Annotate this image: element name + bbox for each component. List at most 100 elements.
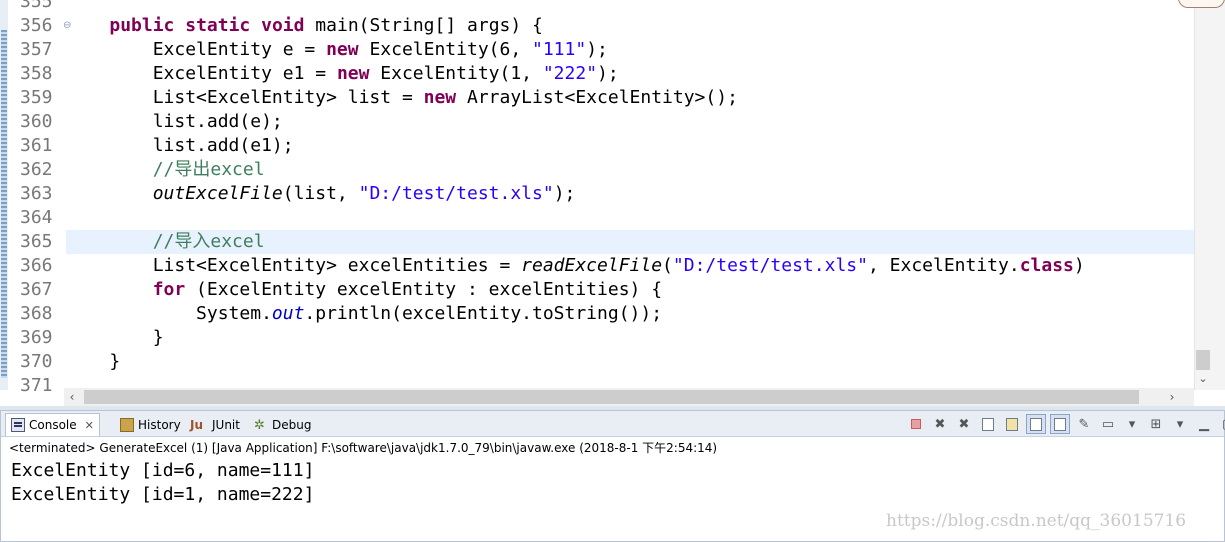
code-line[interactable]: ExcelEntity e1 = new ExcelEntity(1, "222… [66,62,1194,86]
code-line[interactable]: list.add(e); [66,110,1194,134]
output-line: ExcelEntity [id=6, name=111] [11,460,315,481]
scroll-right-arrow-icon[interactable]: › [1164,388,1180,406]
maximize-icon[interactable]: ▢ [1218,414,1225,434]
code-line[interactable]: outExcelFile(list, "D:/test/test.xls"); [66,182,1194,206]
line-number: 361 [20,135,53,156]
chevron-down-icon[interactable]: ▾ [1122,414,1142,434]
code-token: static [185,15,251,36]
tab-label: Console [29,418,77,432]
tab-console[interactable]: Console ✕ [5,413,100,436]
history-icon [120,417,134,432]
line-number: 358 [20,63,53,84]
line-number: 366 [20,255,53,276]
word-wrap-icon[interactable] [1026,414,1046,434]
code-line[interactable]: list.add(e1); [66,134,1194,158]
line-number: 364 [20,207,53,228]
console-output[interactable]: ExcelEntity [id=6, name=111] ExcelEntity … [11,459,1211,507]
code-token: new [326,39,359,60]
scroll-lock-icon[interactable] [1002,414,1022,434]
code-token: out [271,303,305,324]
code-token: //导出excel [152,159,265,180]
display-selected-console-icon[interactable]: ▭ [1098,414,1118,434]
remove-all-terminated-icon[interactable]: ✖ [954,414,974,434]
tab-label: JUnit [212,417,240,432]
watermark: https://blog.csdn.net/qq_36015716 [886,511,1187,531]
tab-debug[interactable]: ✲ Debug [249,413,316,436]
code-token: "222" [542,63,598,84]
vertical-scroll-thumb[interactable] [1196,350,1210,370]
code-token: } [66,327,164,348]
pin-console-icon[interactable]: ✎ [1074,414,1094,434]
console-icon [11,418,25,432]
code-token: class [1019,255,1074,276]
view-tab-bar: Console ✕ History Ju JUnit ✲ Debug ✖ ✖ ✎ ▭ ▾ ⊞… [1,411,1225,437]
line-number: 369 [20,327,53,348]
code-token: void [261,15,305,36]
code-line[interactable] [66,0,1194,14]
code-line[interactable]: for (ExcelEntity excelEntity : excelEnti… [66,278,1194,302]
code-token: outExcelFile [152,183,283,204]
tab-junit[interactable]: Ju JUnit [185,413,245,436]
code-token: readExcelFile [521,255,663,276]
code-token: ArrayList<ExcelEntity>(); [456,87,738,108]
code-token: ) [1073,255,1085,276]
line-number: 363 [20,183,53,204]
vertical-scrollbar[interactable]: ⌄ [1194,0,1225,390]
tab-history[interactable]: History [115,413,186,436]
code-token: //导入excel [152,231,265,252]
code-line[interactable]: } [66,350,1194,374]
console-view: Console ✕ History Ju JUnit ✲ Debug ✖ ✖ ✎ ▭ ▾ ⊞… [0,410,1225,542]
code-token: for [152,279,186,300]
minimize-icon[interactable]: ▁ [1194,414,1214,434]
line-number: 362 [20,159,53,180]
corner-decoration [1178,0,1225,8]
line-number-gutter: 355 356 ⊖ 357 358 359 360 361 362 363 364 365 366 367… [8,0,71,396]
junit-icon: Ju [190,417,204,432]
close-icon[interactable]: ✕ [85,419,94,432]
quick-diff-bar [1,30,7,378]
current-code-line[interactable]: //导入excel [66,230,1194,254]
line-number: 356 [20,15,53,36]
code-token: public [109,15,175,36]
clear-console-icon[interactable] [978,414,998,434]
terminate-icon[interactable] [906,414,926,434]
code-token: , ExcelEntity. [867,255,1020,276]
horizontal-scroll-thumb[interactable] [84,390,1139,404]
scroll-left-arrow-icon[interactable]: ‹ [64,388,80,406]
line-number: 371 [20,375,53,396]
code-line[interactable]: } [66,326,1194,350]
code-token: ExcelEntity e1 = [66,63,337,84]
code-line[interactable]: //导出excel [66,158,1194,182]
code-line[interactable]: System.out.println(excelEntity.toString(… [66,302,1194,326]
process-status: <terminated> GenerateExcel (1) [Java App… [9,441,718,455]
chevron-down-icon[interactable]: ▾ [1170,414,1190,434]
line-number: 359 [20,87,53,108]
code-editor[interactable]: 355 356 ⊖ 357 358 359 360 361 362 363 364 365 366 367… [0,0,1225,408]
horizontal-scrollbar[interactable]: ‹ › [64,388,1194,406]
show-console-on-output-icon[interactable] [1050,414,1070,434]
scroll-down-arrow-icon[interactable]: ⌄ [1195,370,1211,388]
code-line[interactable]: List<ExcelEntity> excelEntities = readEx… [66,254,1194,278]
code-line[interactable]: public static void main(String[] args) { [66,14,1194,38]
open-console-icon[interactable]: ⊞ [1146,414,1166,434]
code-token: "D:/test/test.xls" [672,255,868,276]
code-token: list.add(e1); [66,135,294,156]
code-line[interactable]: ExcelEntity e = new ExcelEntity(6, "111"… [66,38,1194,62]
code-token: (list, [282,183,359,204]
code-line[interactable] [66,206,1194,230]
code-token: ExcelEntity(6, [358,39,532,60]
code-line[interactable]: List<ExcelEntity> list = new ArrayList<E… [66,86,1194,110]
code-token: list.add(e); [66,111,283,132]
code-area[interactable]: public static void main(String[] args) {… [66,0,1194,390]
code-token: ); [597,63,619,84]
code-token: List<ExcelEntity> excelEntities = [66,255,522,276]
tab-label: History [138,417,181,432]
code-token: ( [662,255,673,276]
remove-launch-icon[interactable]: ✖ [930,414,950,434]
